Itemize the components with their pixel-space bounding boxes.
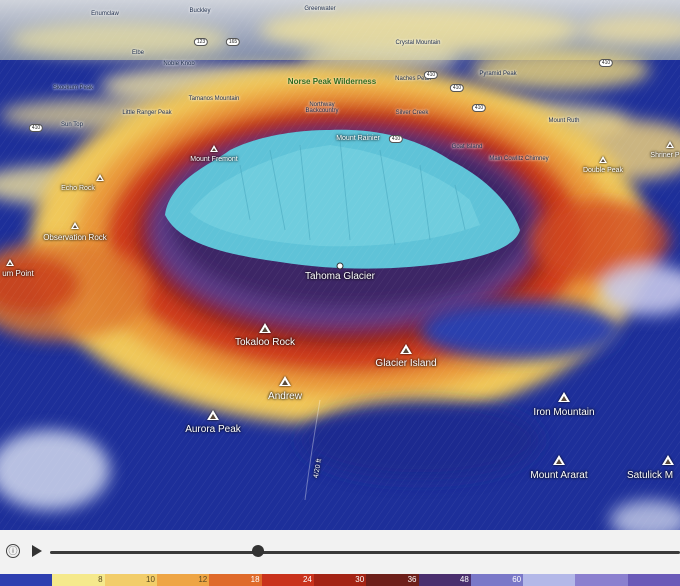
peak-icon[interactable] (71, 222, 79, 229)
play-icon[interactable] (32, 545, 42, 557)
place-label[interactable]: Sun Top (61, 122, 83, 128)
highway-shield: 410 (388, 135, 404, 143)
peak-label[interactable]: Tokaloo Rock (235, 337, 295, 348)
peak-label[interactable]: Mount Ararat (530, 470, 587, 481)
legend-value: 36 (407, 575, 417, 584)
peak-label[interactable]: Shriner P (650, 152, 679, 159)
highway-shield: 123 (193, 38, 209, 46)
legend-value: 18 (250, 575, 260, 584)
place-label[interactable]: Pyramid Peak (479, 71, 516, 77)
legend-swatch (627, 574, 680, 586)
place-label[interactable]: Enumclaw (91, 11, 119, 17)
legend-swatch: 60 (470, 574, 524, 586)
peak-icon[interactable] (553, 455, 565, 465)
legend-swatch (523, 574, 576, 586)
place-label[interactable]: Goat Island (452, 144, 483, 150)
legend-value: 12 (198, 575, 208, 584)
legend-swatch (0, 574, 53, 586)
legend-swatch: 12 (156, 574, 210, 586)
legend-swatch (575, 574, 628, 586)
place-label[interactable]: Northway Backcountry (302, 102, 342, 114)
place-label[interactable]: Little Ranger Peak (122, 110, 171, 116)
highway-shield: 410 (449, 84, 465, 92)
peak-label[interactable]: Echo Rock (61, 185, 95, 192)
peak-icon[interactable] (210, 145, 218, 152)
highway-shield: 165 (225, 38, 241, 46)
wilderness-label[interactable]: Norse Peak Wilderness (288, 77, 376, 86)
peak-label[interactable]: Mount Fremont (190, 156, 237, 163)
legend-swatch: 8 (52, 574, 105, 586)
peak-icon[interactable] (96, 174, 104, 181)
legend-swatch: 10 (104, 574, 157, 586)
highway-shield: 410 (28, 124, 44, 132)
peak-label[interactable]: Observation Rock (43, 233, 107, 242)
place-label[interactable]: Elbe (132, 50, 144, 56)
peak-icon[interactable] (6, 259, 14, 266)
peak-label[interactable]: Aurora Peak (185, 424, 241, 435)
place-label[interactable]: Mount Ruth (548, 118, 579, 124)
place-label[interactable]: Crystal Mountain (395, 40, 440, 46)
color-legend: 8 10 12 18 24 30 36 48 60 (0, 574, 680, 586)
place-label[interactable]: Noble Knob (163, 61, 194, 67)
peak-label[interactable]: Mount Rainier (336, 135, 380, 142)
highway-shield: 410 (423, 71, 439, 79)
map-view[interactable]: Tokaloo Rock Glacier Island Andrew Auror… (0, 0, 680, 530)
place-label[interactable]: Silver Creek (396, 110, 429, 116)
legend-value: 30 (355, 575, 365, 584)
peak-label[interactable]: Satulick M (627, 470, 673, 481)
peak-icon[interactable] (279, 376, 291, 386)
place-label[interactable]: Main Cowlitz Chimney (489, 156, 548, 162)
peak-icon[interactable] (558, 392, 570, 402)
place-label[interactable]: Buckley (189, 8, 210, 14)
peak-icon[interactable] (599, 156, 607, 163)
peak-icon[interactable] (400, 344, 412, 354)
peak-icon[interactable] (259, 323, 271, 333)
peak-icon[interactable] (207, 410, 219, 420)
place-label[interactable]: Skookum Peak (53, 85, 93, 91)
peak-label[interactable]: Double Peak (583, 167, 623, 174)
glacier-marker[interactable] (336, 262, 344, 270)
legend-value: 60 (512, 575, 522, 584)
peak-icon[interactable] (662, 455, 674, 465)
peak-icon[interactable] (666, 141, 674, 148)
highway-shield: 410 (471, 104, 487, 112)
playback-controls: ⓘ (0, 530, 680, 574)
peak-label[interactable]: Glacier Island (375, 358, 436, 369)
peak-label[interactable]: Iron Mountain (533, 407, 594, 418)
legend-swatch: 36 (366, 574, 419, 586)
legend-value: 8 (98, 575, 103, 584)
legend-value: 24 (302, 575, 312, 584)
place-label[interactable]: Tamanos Mountain (189, 96, 240, 102)
place-label[interactable]: um Point (2, 269, 34, 278)
peak-label[interactable]: Andrew (268, 391, 302, 402)
timeline-slider[interactable] (50, 551, 680, 554)
legend-swatch: 24 (261, 574, 314, 586)
legend-swatch: 48 (418, 574, 471, 586)
info-icon[interactable]: ⓘ (6, 544, 20, 558)
legend-value: 10 (146, 575, 155, 584)
timeline-slider-thumb[interactable] (251, 545, 264, 557)
legend-swatch: 30 (313, 574, 367, 586)
place-label[interactable]: Tahoma Glacier (305, 271, 375, 282)
legend-value: 48 (459, 575, 469, 584)
highway-shield: 410 (598, 59, 614, 67)
place-label[interactable]: Greenwater (304, 6, 335, 12)
legend-swatch: 18 (209, 574, 262, 586)
